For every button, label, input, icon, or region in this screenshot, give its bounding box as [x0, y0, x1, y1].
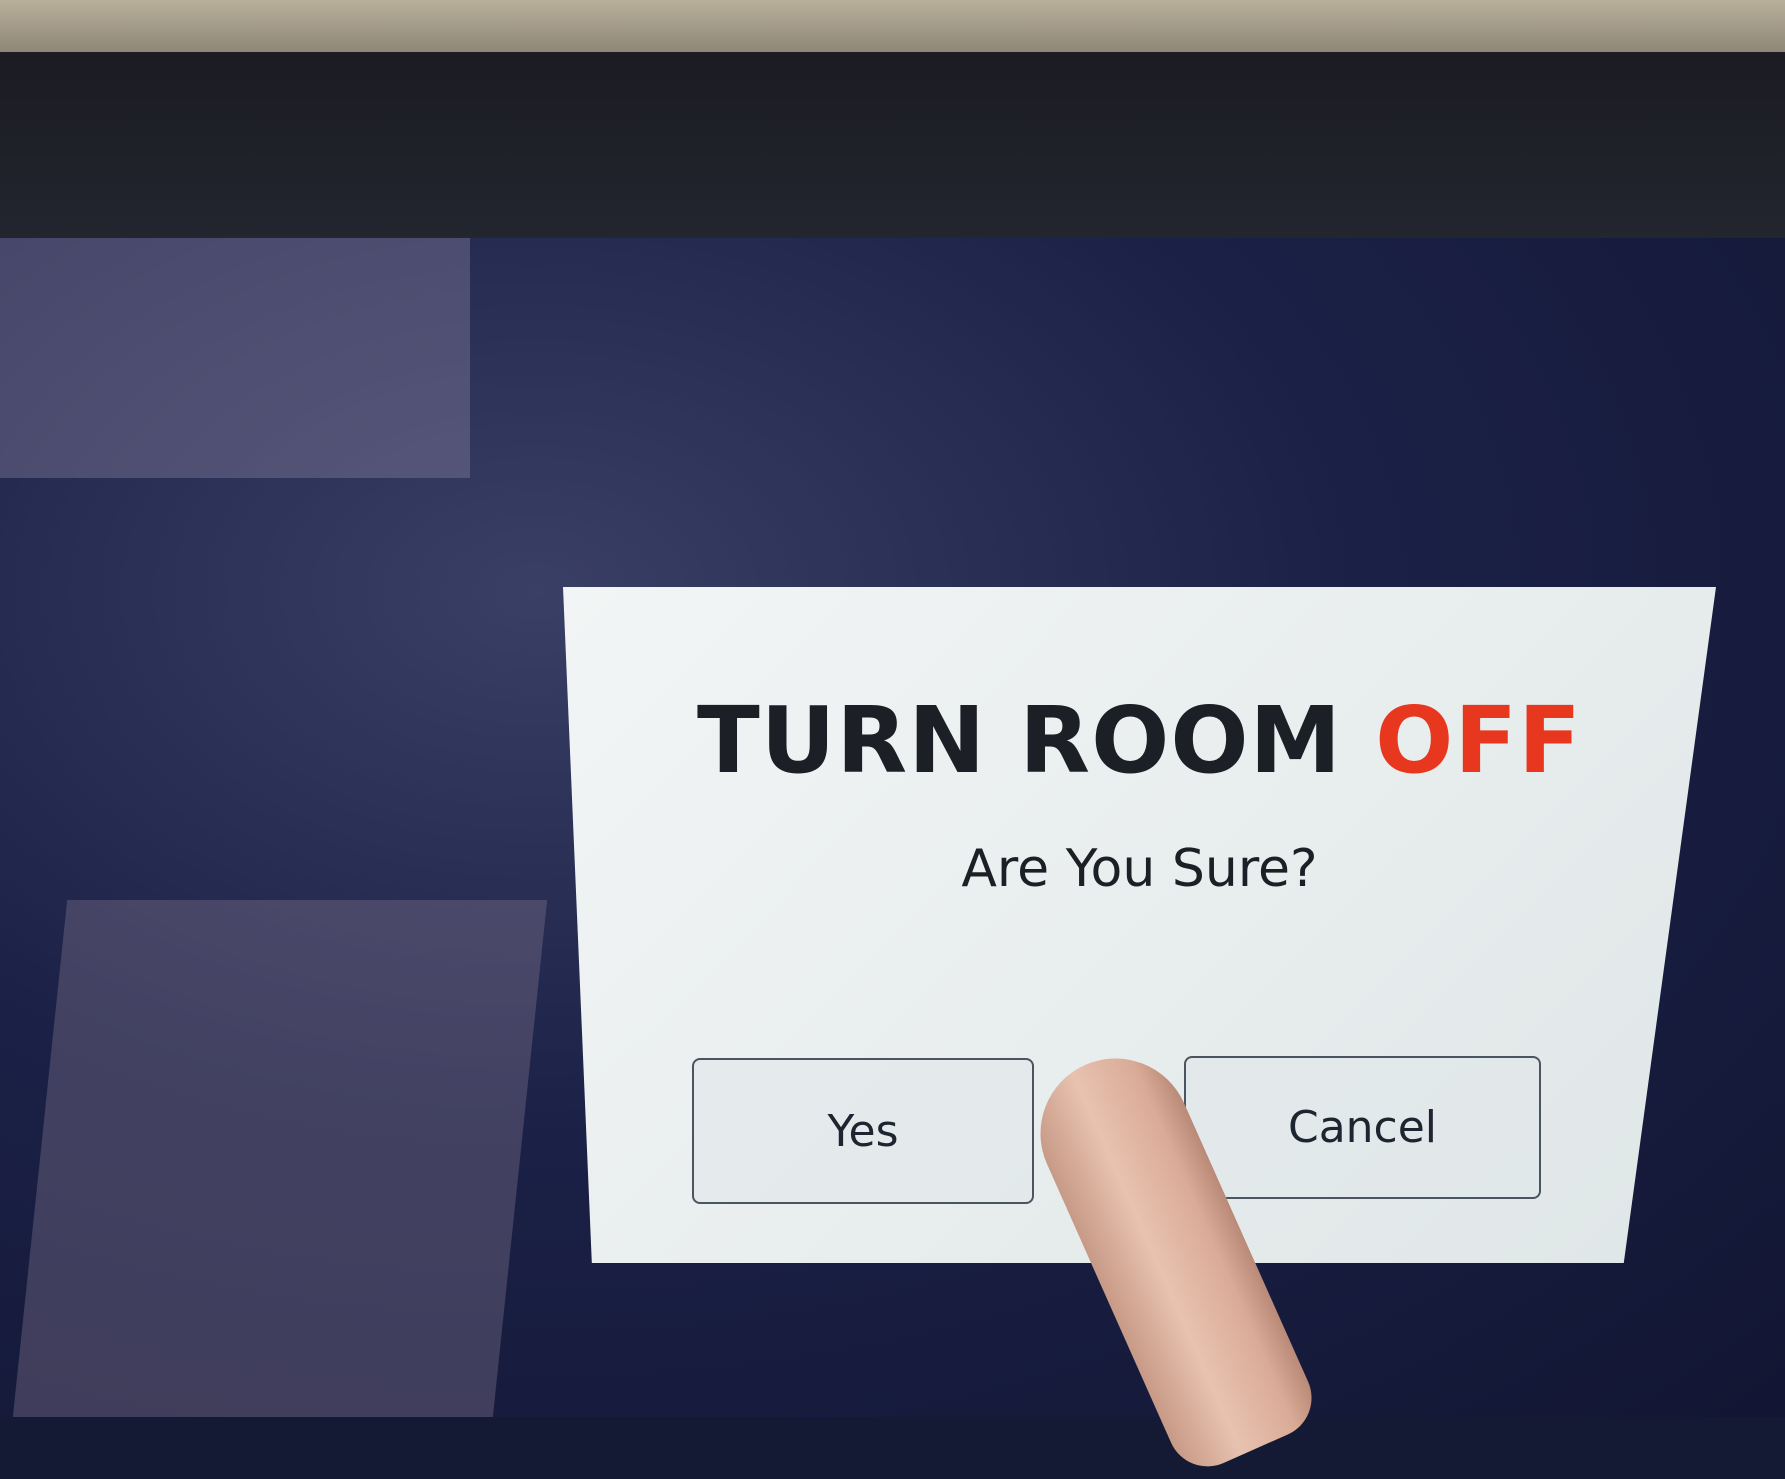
screen-bezel — [0, 52, 1785, 240]
yes-button[interactable]: Yes — [692, 1058, 1034, 1204]
cancel-button[interactable]: Cancel — [1184, 1056, 1541, 1199]
title-main: TURN ROOM — [696, 687, 1376, 794]
dialog-title: TURN ROOM OFF — [563, 687, 1716, 794]
title-accent-off: OFF — [1375, 687, 1583, 794]
screen-reflection — [12, 900, 548, 1417]
dialog-subtitle: Are You Sure? — [961, 839, 1318, 899]
yes-button-label: Yes — [827, 1105, 899, 1157]
wall-background — [0, 0, 1785, 52]
cancel-button-label: Cancel — [1287, 1102, 1438, 1153]
screen-reflection — [0, 238, 470, 478]
